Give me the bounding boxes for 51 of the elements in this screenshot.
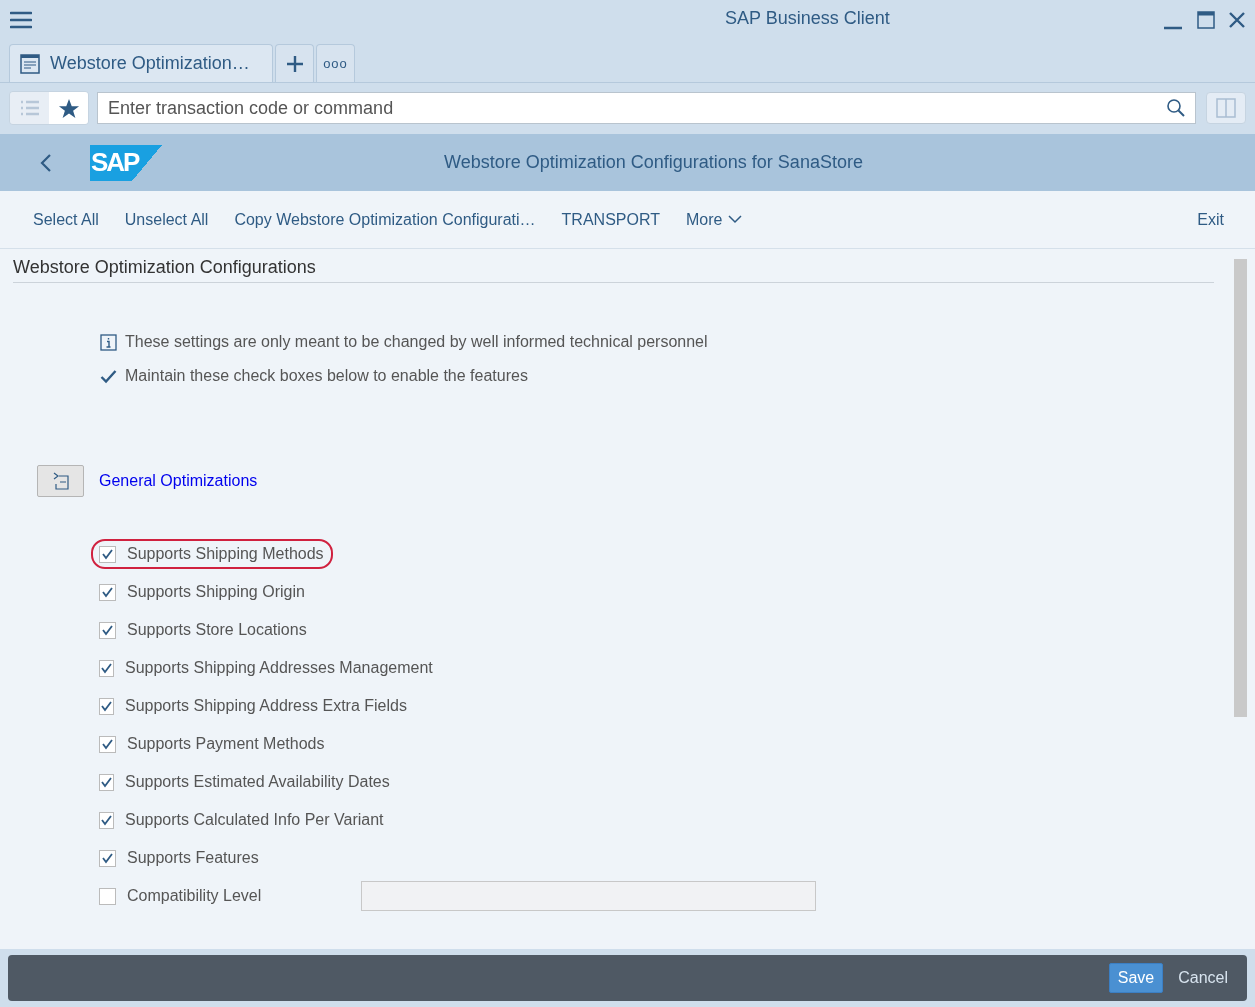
note-text: These settings are only meant to be changed by well informed technical personnel [125, 333, 708, 351]
toolbar-button[interactable]: Copy Webstore Optimization Configurati… [221, 204, 549, 235]
command-field[interactable]: Enter transaction code or command [97, 92, 1196, 124]
maximize-icon[interactable] [1197, 11, 1215, 29]
exit-button[interactable]: Exit [1184, 204, 1237, 235]
option-label: Supports Shipping Methods [127, 545, 324, 563]
more-menu-button[interactable]: More [672, 204, 756, 235]
info-icon [100, 333, 117, 351]
caret-icon [728, 215, 743, 224]
option-label: Supports Payment Methods [127, 735, 325, 753]
option-label: Supports Shipping Addresses Management [125, 659, 433, 677]
checkbox[interactable] [99, 773, 114, 791]
note-text: Maintain these check boxes below to enable the features [125, 367, 528, 385]
checkbox[interactable] [99, 811, 114, 829]
option-label: Supports Features [127, 849, 259, 867]
checkmark-icon [100, 368, 117, 384]
option-label: Supports Store Locations [127, 621, 307, 639]
checkbox[interactable] [99, 621, 116, 639]
option-label: Supports Shipping Origin [127, 583, 305, 601]
checkbox[interactable] [99, 583, 116, 601]
page-title: Webstore Optimization Configurations for SanaStore [443, 152, 864, 173]
window-title: SAP Business Client [724, 7, 890, 29]
option-label: Supports Shipping Address Extra Fields [125, 697, 407, 715]
checkbox[interactable] [99, 545, 116, 563]
toolbar-button[interactable]: Select All [20, 204, 112, 235]
checkbox[interactable] [99, 697, 114, 715]
new-tab-button[interactable] [275, 44, 314, 82]
tab[interactable]: Webstore Optimization… [9, 44, 273, 82]
checkbox[interactable] [99, 659, 114, 677]
toolbar-button[interactable]: Unselect All [111, 204, 222, 235]
collapse-button[interactable] [37, 465, 84, 497]
checkbox[interactable] [99, 735, 116, 753]
window-icon [20, 53, 40, 74]
footer-button[interactable]: Save [1108, 963, 1164, 993]
logo: SAP [90, 144, 162, 181]
menu-icon[interactable] [10, 11, 32, 29]
more-tabs-button[interactable]: ooo [316, 44, 355, 82]
footer-button[interactable]: Cancel [1169, 963, 1237, 993]
option-label: Compatibility Level [127, 887, 262, 905]
section-title: Webstore Optimization Configurations [13, 249, 1214, 283]
checkbox[interactable] [99, 849, 116, 867]
close-icon[interactable] [1229, 12, 1245, 28]
favorites-icon[interactable] [49, 92, 88, 124]
back-icon[interactable] [40, 152, 52, 173]
plus-icon [285, 54, 304, 73]
group-link[interactable]: General Optimizations [99, 472, 258, 490]
option-label: Supports Estimated Availability Dates [125, 773, 390, 791]
search-icon[interactable] [1166, 98, 1186, 118]
collapse-icon [51, 472, 70, 490]
toolbar-button[interactable]: TRANSPORT [548, 204, 673, 235]
option-label: Supports Calculated Info Per Variant [125, 811, 384, 829]
